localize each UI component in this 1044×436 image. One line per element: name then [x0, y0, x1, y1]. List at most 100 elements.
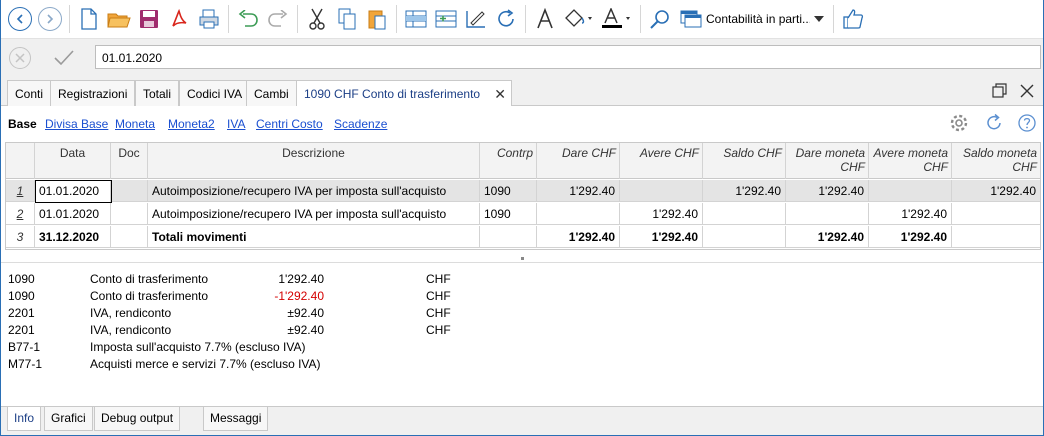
redo-button[interactable] [263, 4, 293, 34]
cell-descrizione[interactable]: Totali movimenti [148, 226, 480, 248]
print-button[interactable] [194, 4, 224, 34]
row-number[interactable]: 3 [6, 226, 35, 248]
font-button[interactable] [530, 4, 560, 34]
insert-row-button[interactable] [401, 4, 431, 34]
view-iva[interactable]: IVA [227, 117, 245, 131]
cell-dare-moneta[interactable]: 1'292.40 [786, 226, 869, 248]
view-divisa-base[interactable]: Divisa Base [45, 117, 108, 131]
file-combo[interactable]: Contabilità in parti... [675, 6, 829, 32]
pdf-button[interactable] [164, 4, 194, 34]
cell-avere-chf[interactable]: 1'292.40 [620, 203, 703, 225]
refresh-button[interactable] [491, 4, 521, 34]
open-button[interactable] [104, 4, 134, 34]
close-window-button[interactable] [1018, 82, 1036, 100]
tab-codici-iva[interactable]: Codici IVA [179, 80, 251, 106]
confirm-edit-button[interactable] [53, 49, 75, 67]
table-row-totals[interactable]: 3 31.12.2020 Totali movimenti 1'292.40 1… [6, 226, 1040, 248]
paste-button[interactable] [362, 4, 392, 34]
row-number[interactable]: 1 [6, 180, 35, 202]
header-saldo-moneta[interactable]: Saldo moneta CHF [952, 143, 1040, 179]
tab-registrazioni[interactable]: Registrazioni [50, 80, 136, 106]
feedback-button[interactable] [838, 4, 868, 34]
settings-button[interactable] [949, 113, 969, 133]
cell-doc[interactable] [111, 180, 148, 202]
cell-descrizione[interactable]: Autoimposizione/recupero IVA per imposta… [148, 180, 480, 202]
tab-cambi[interactable]: Cambi [246, 80, 297, 106]
tab-debug-output[interactable]: Debug output [94, 407, 181, 431]
cell-dare-chf[interactable] [537, 203, 620, 225]
cell-dare-moneta[interactable]: 1'292.40 [786, 180, 869, 202]
header-doc[interactable]: Doc [111, 143, 148, 179]
cell-data[interactable]: 01.01.2020 [35, 180, 111, 202]
header-avere-moneta[interactable]: Avere moneta CHF [869, 143, 952, 179]
add-rows-button[interactable] [431, 4, 461, 34]
table-row[interactable]: 1 01.01.2020 Autoimposizione/recupero IV… [6, 180, 1040, 202]
table-row[interactable]: 2 01.01.2020 Autoimposizione/recupero IV… [6, 203, 1040, 225]
cell-doc[interactable] [111, 203, 148, 225]
tab-info[interactable]: Info [7, 407, 42, 431]
forward-button[interactable] [35, 4, 65, 34]
tab-totali[interactable]: Totali [135, 80, 180, 106]
cell-saldo-chf[interactable]: 1'292.40 [703, 180, 786, 202]
toolbar-separator [228, 5, 229, 33]
view-base[interactable]: Base [8, 117, 37, 131]
cell-contrp[interactable]: 1090 [480, 203, 537, 225]
cell-dare-chf[interactable]: 1'292.40 [537, 226, 620, 248]
cell-avere-chf[interactable]: 1'292.40 [620, 226, 703, 248]
view-scadenze[interactable]: Scadenze [334, 117, 387, 131]
info-panel: 1090 Conto di trasferimento 1'292.40 CHF… [1, 262, 1043, 406]
cell-contrp[interactable]: 1090 [480, 180, 537, 202]
refresh-view-button[interactable] [984, 113, 1004, 133]
cell-edit-input[interactable]: 01.01.2020 [95, 45, 1041, 69]
cell-avere-chf[interactable] [620, 180, 703, 202]
splitter-handle[interactable] [521, 257, 524, 260]
header-dare-moneta[interactable]: Dare moneta CHF [786, 143, 869, 179]
new-file-button[interactable] [74, 4, 104, 34]
text-color-button[interactable] [598, 4, 636, 34]
cell-avere-moneta[interactable] [869, 180, 952, 202]
cell-saldo-chf[interactable] [703, 203, 786, 225]
save-button[interactable] [134, 4, 164, 34]
cell-contrp[interactable] [480, 226, 537, 248]
close-icon [1020, 84, 1034, 98]
view-moneta2[interactable]: Moneta2 [168, 117, 215, 131]
header-dare-chf[interactable]: Dare CHF [537, 143, 620, 179]
restore-window-button[interactable] [991, 82, 1009, 100]
cell-avere-moneta[interactable]: 1'292.40 [869, 203, 952, 225]
copy-button[interactable] [332, 4, 362, 34]
info-code: M77-1 [8, 357, 43, 371]
search-button[interactable] [645, 4, 675, 34]
view-centri-costo[interactable]: Centri Costo [256, 117, 323, 131]
info-currency: CHF [426, 323, 451, 337]
cell-saldo-moneta[interactable]: 1'292.40 [952, 180, 1040, 202]
header-data[interactable]: Data [35, 143, 111, 179]
tab-account-card[interactable]: 1090 CHF Conto di trasferimento ✕ [296, 80, 512, 107]
cell-saldo-moneta[interactable] [952, 226, 1040, 248]
cell-data[interactable]: 01.01.2020 [35, 203, 111, 225]
fill-color-button[interactable] [560, 4, 598, 34]
tab-messaggi[interactable]: Messaggi [203, 407, 269, 431]
header-contrp[interactable]: Contrp [480, 143, 537, 179]
help-button[interactable] [1017, 113, 1037, 133]
row-number[interactable]: 2 [6, 203, 35, 225]
header-descrizione[interactable]: Descrizione [148, 143, 480, 179]
cut-button[interactable] [302, 4, 332, 34]
cell-saldo-chf[interactable] [703, 226, 786, 248]
tab-grafici[interactable]: Grafici [44, 407, 93, 431]
view-moneta[interactable]: Moneta [115, 117, 155, 131]
cell-descrizione[interactable]: Autoimposizione/recupero IVA per imposta… [148, 203, 480, 225]
cell-saldo-moneta[interactable] [952, 203, 1040, 225]
edit-button[interactable] [461, 4, 491, 34]
cell-data[interactable]: 31.12.2020 [35, 226, 111, 248]
cancel-edit-button[interactable] [9, 47, 31, 69]
back-button[interactable] [5, 4, 35, 34]
header-avere-chf[interactable]: Avere CHF [620, 143, 703, 179]
cell-dare-chf[interactable]: 1'292.40 [537, 180, 620, 202]
undo-button[interactable] [233, 4, 263, 34]
header-saldo-chf[interactable]: Saldo CHF [703, 143, 786, 179]
cell-dare-moneta[interactable] [786, 203, 869, 225]
tab-conti[interactable]: Conti [7, 80, 52, 106]
close-icon[interactable]: ✕ [494, 86, 506, 103]
cell-avere-moneta[interactable]: 1'292.40 [869, 226, 952, 248]
cell-doc[interactable] [111, 226, 148, 248]
